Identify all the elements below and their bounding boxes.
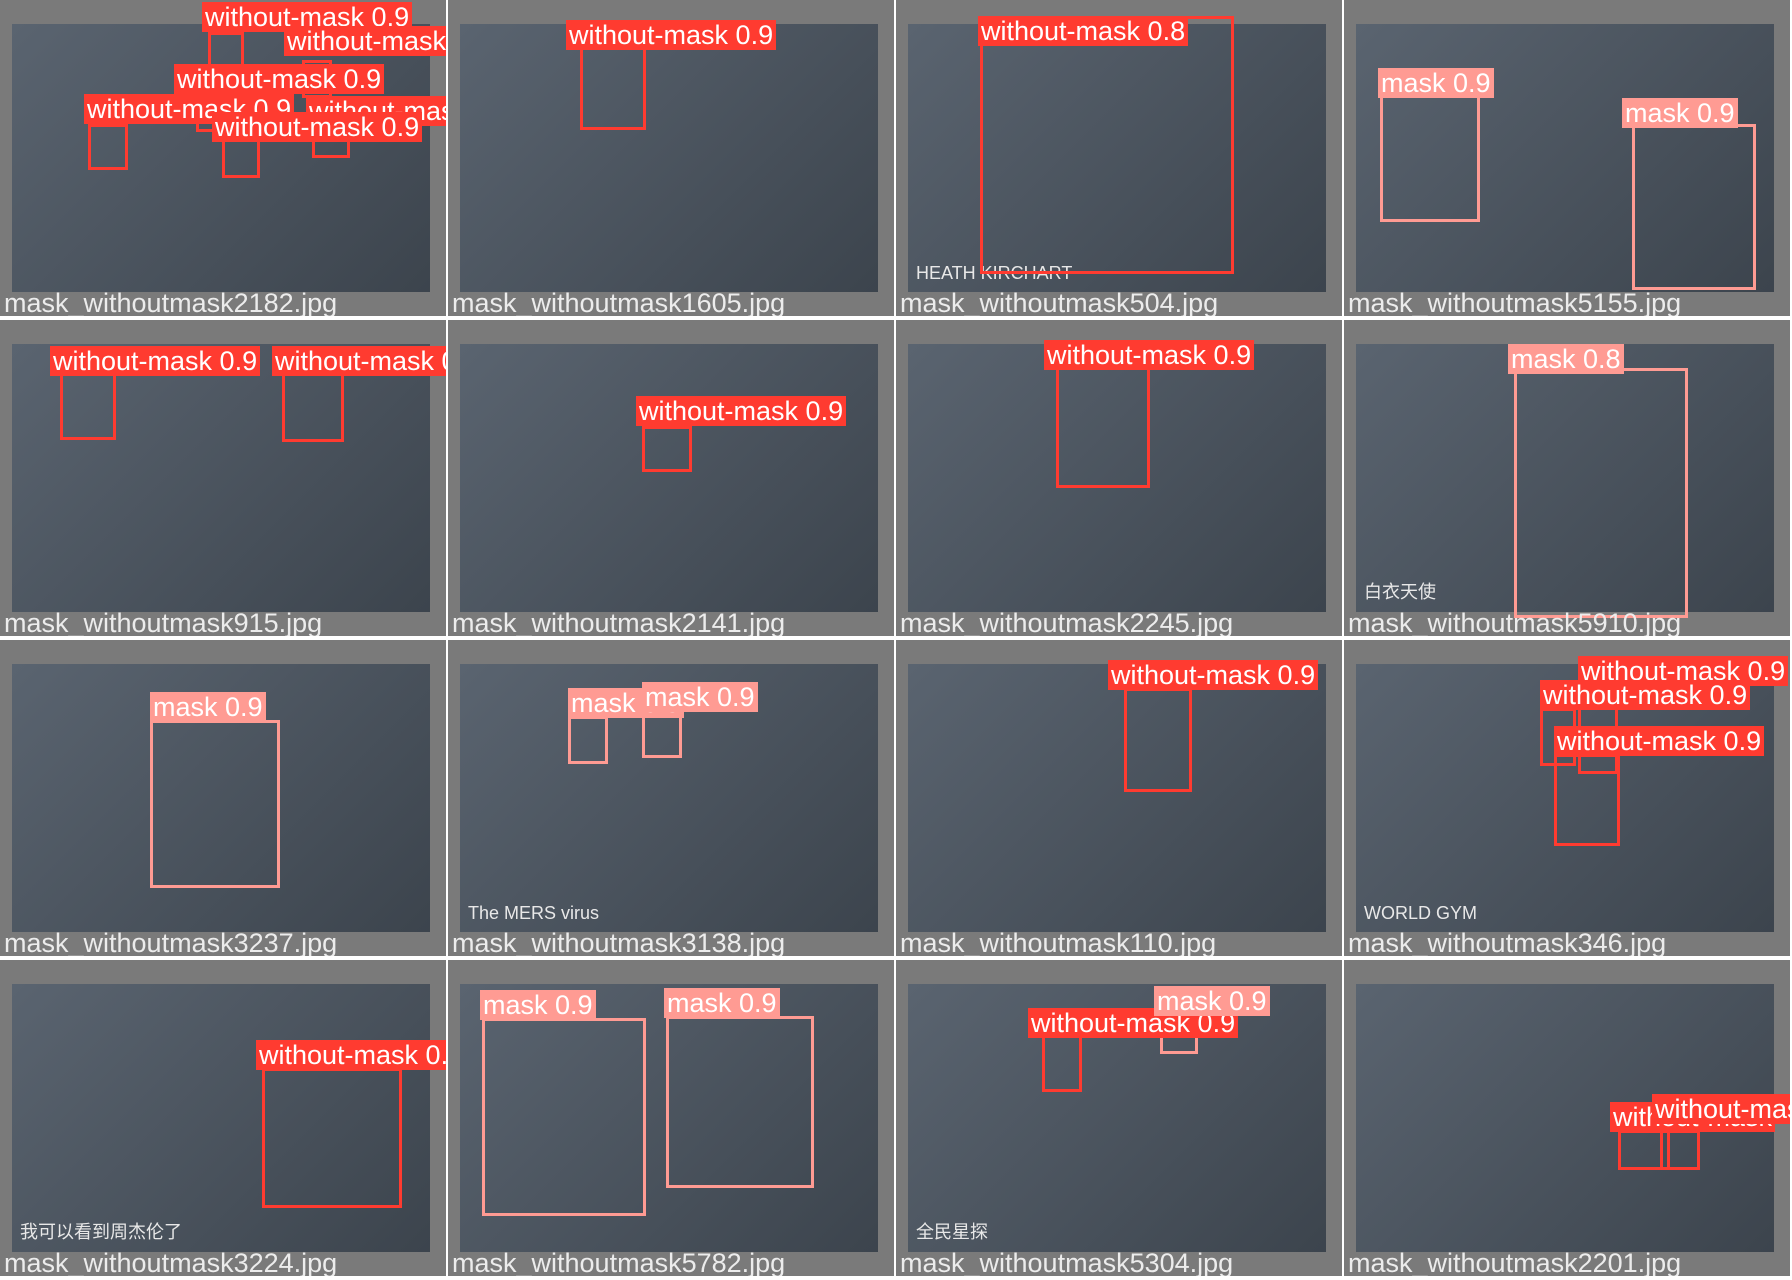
detection-label: mask 0.9 xyxy=(480,990,596,1020)
detection-tile[interactable]: 我可以看到周杰伦了 without-mask 0.9 mask_withoutmas… xyxy=(0,960,446,1276)
image-filename: mask_withoutmask2182.jpg xyxy=(4,288,338,316)
detection-box xyxy=(568,716,608,764)
detection-label: without-mask 0.9 xyxy=(1108,660,1319,690)
detection-label: without-mask 0.9 xyxy=(174,64,385,94)
photo-overlay-text: 我可以看到周杰伦了 xyxy=(20,1222,182,1242)
image-filename: mask_withoutmask5782.jpg xyxy=(452,1248,786,1276)
detection-tile[interactable]: without-mask 0.9 without-mask 0.9 without-… xyxy=(0,0,446,316)
detection-box xyxy=(1660,1130,1700,1170)
detection-label: without-mask 0.9 xyxy=(212,112,423,142)
detection-box xyxy=(262,1068,402,1208)
detection-box xyxy=(580,44,646,130)
detection-box xyxy=(150,720,280,888)
image-filename: mask_withoutmask2245.jpg xyxy=(900,608,1234,636)
image-filename: mask_withoutmask5304.jpg xyxy=(900,1248,1234,1276)
detection-label: without-mask 0.9 xyxy=(1044,340,1255,370)
detection-label: without-mask 0.8 xyxy=(978,16,1189,46)
detection-box xyxy=(88,124,128,170)
photo-overlay-text: The MERS virus xyxy=(468,903,600,923)
detection-tile[interactable]: without-mask 0.9 mask_withoutmask2141.jpg xyxy=(448,320,894,636)
detection-tile[interactable]: without-mask 0.9 mask_withoutmask2245.jpg xyxy=(896,320,1342,636)
detection-label: without-mask 0.9 xyxy=(1554,726,1765,756)
detection-label: without-mask 0.9 xyxy=(50,346,261,376)
detection-tile[interactable]: without-mask 0.9 without-mask 0.9 mask_wit… xyxy=(0,320,446,636)
photo-placeholder xyxy=(460,24,878,292)
detection-tile[interactable]: without-mask 0.9 mask_withoutmask110.jpg xyxy=(896,640,1342,956)
image-filename: mask_withoutmask3224.jpg xyxy=(4,1248,338,1276)
photo-placeholder xyxy=(460,344,878,612)
detection-tile[interactable]: The MERS virus mask 0.9 mask 0.9 mask_witho… xyxy=(448,640,894,956)
detection-label: mask 0.9 xyxy=(642,682,758,712)
image-filename: mask_withoutmask2201.jpg xyxy=(1348,1248,1682,1276)
image-filename: mask_withoutmask5910.jpg xyxy=(1348,608,1682,636)
detection-box xyxy=(1056,364,1150,488)
detection-box xyxy=(642,426,692,472)
detection-label: without-mask 0.9 xyxy=(636,396,847,426)
detection-tile[interactable]: mask 0.9 mask_withoutmask3237.jpg xyxy=(0,640,446,956)
photo-overlay-text: WORLD GYM xyxy=(1364,903,1478,923)
detection-label: without-mask 0.9 xyxy=(256,1040,446,1070)
detection-label: mask 0.9 xyxy=(1622,98,1738,128)
detection-tile[interactable]: mask 0.9 mask 0.9 mask_withoutmask5782.jpg xyxy=(448,960,894,1276)
image-filename: mask_withoutmask5155.jpg xyxy=(1348,288,1682,316)
detection-label: without-mask xyxy=(1652,1094,1790,1124)
detection-label: without-mask 0.9 xyxy=(272,346,446,376)
detection-tile[interactable]: mask 0.9 mask 0.9 mask_withoutmask5155.jpg xyxy=(1344,0,1790,316)
detection-label: mask 0.9 xyxy=(664,988,780,1018)
photo-overlay-text: 全民星探 xyxy=(916,1222,988,1242)
detection-box xyxy=(666,1016,814,1188)
image-filename: mask_withoutmask3138.jpg xyxy=(452,928,786,956)
detection-tile[interactable]: HEATH KIRCHART without-mask 0.8 mask_witho… xyxy=(896,0,1342,316)
detection-box xyxy=(1380,92,1480,222)
image-filename: mask_withoutmask346.jpg xyxy=(1348,928,1667,956)
detection-box xyxy=(1632,124,1756,290)
detection-label: mask 0.9 xyxy=(1378,68,1494,98)
photo-placeholder xyxy=(908,664,1326,932)
image-filename: mask_withoutmask915.jpg xyxy=(4,608,323,636)
detection-box xyxy=(1124,688,1192,792)
detection-tile[interactable]: WORLD GYM without-mask 0.9 without-mask 0.… xyxy=(1344,640,1790,956)
detection-tile[interactable]: without-mask 0.9 mask_withoutmask1605.jpg xyxy=(448,0,894,316)
detection-label: without-mask 0.9 xyxy=(566,20,777,50)
detection-tile[interactable]: 全民星探 without-mask 0.9 mask 0.9 mask_without… xyxy=(896,960,1342,1276)
image-filename: mask_withoutmask504.jpg xyxy=(900,288,1219,316)
image-filename: mask_withoutmask1605.jpg xyxy=(452,288,786,316)
detection-box xyxy=(482,1018,646,1216)
photo-overlay-text: 白衣天使 xyxy=(1364,582,1436,602)
detection-label: mask 0.8 xyxy=(1508,344,1624,374)
detection-box xyxy=(1514,368,1688,618)
image-filename: mask_withoutmask3237.jpg xyxy=(4,928,338,956)
detection-tile[interactable]: 白衣天使 mask 0.8 mask_withoutmask5910.jpg xyxy=(1344,320,1790,636)
detection-label: without-mask 0.9 xyxy=(1540,680,1751,710)
detection-box xyxy=(1042,1032,1082,1092)
detection-label: without-mask 0.9 xyxy=(284,26,446,56)
detection-tile[interactable]: without-maskwithout-maskmask_withoutmask… xyxy=(1344,960,1790,1276)
detection-label: mask 0.9 xyxy=(150,692,266,722)
detection-grid: without-mask 0.9without-mask 0.9without-… xyxy=(0,0,1792,1280)
detection-box xyxy=(980,16,1234,274)
image-filename: mask_withoutmask2141.jpg xyxy=(452,608,786,636)
detection-box xyxy=(222,136,260,178)
detection-label: mask 0.9 xyxy=(1154,986,1270,1016)
image-filename: mask_withoutmask110.jpg xyxy=(900,928,1217,956)
detection-box xyxy=(1554,754,1620,846)
